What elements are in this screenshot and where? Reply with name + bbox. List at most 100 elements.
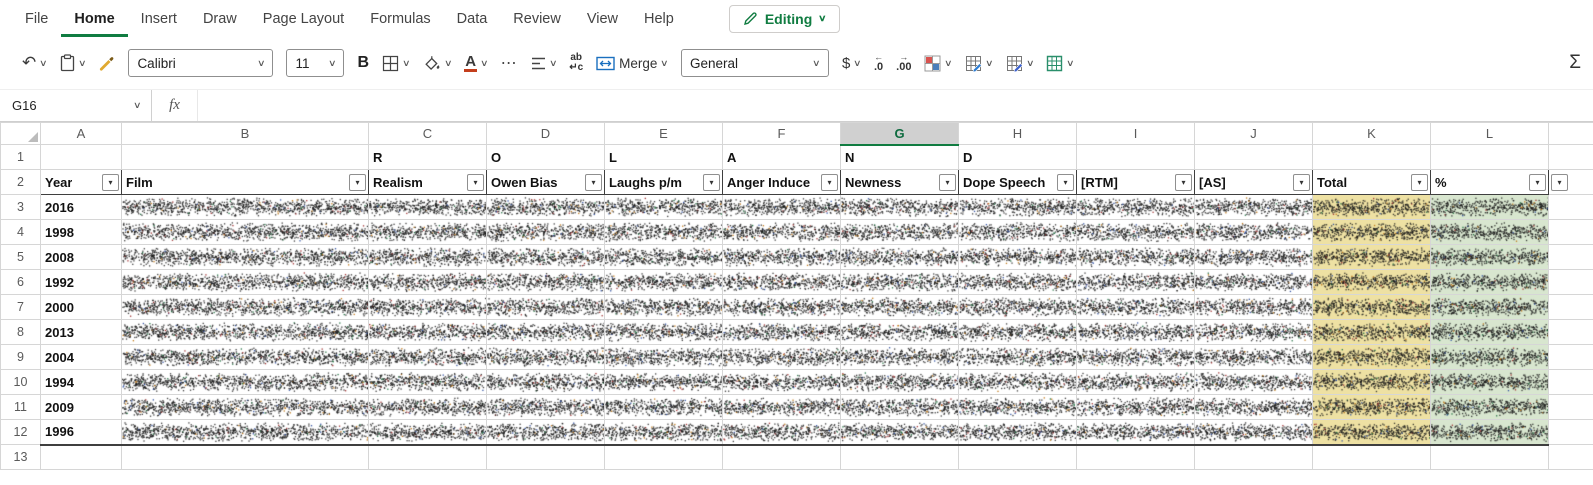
col-header-l[interactable]: L bbox=[1431, 123, 1549, 145]
paste-button[interactable]: ∨ bbox=[60, 54, 86, 72]
obscured-percent-cell[interactable] bbox=[1431, 295, 1549, 320]
cell-c1-letter[interactable]: R bbox=[369, 145, 487, 170]
cell[interactable] bbox=[1549, 420, 1593, 445]
row-header-3[interactable]: 3 bbox=[1, 195, 41, 220]
obscured-cell[interactable] bbox=[122, 320, 369, 345]
obscured-cell[interactable] bbox=[369, 370, 487, 395]
cell[interactable] bbox=[1549, 245, 1593, 270]
cell-g1-letter[interactable]: N bbox=[841, 145, 959, 170]
obscured-percent-cell[interactable] bbox=[1431, 345, 1549, 370]
obscured-cell[interactable] bbox=[1195, 270, 1313, 295]
cell[interactable] bbox=[723, 445, 841, 470]
obscured-cell[interactable] bbox=[723, 395, 841, 420]
obscured-cell[interactable] bbox=[723, 270, 841, 295]
obscured-cell[interactable] bbox=[1077, 345, 1195, 370]
obscured-cell[interactable] bbox=[1077, 270, 1195, 295]
cell[interactable] bbox=[487, 445, 605, 470]
editing-mode-button[interactable]: Editing ∨ bbox=[729, 5, 840, 33]
col-header-c[interactable]: C bbox=[369, 123, 487, 145]
currency-format-button[interactable]: $ ∨ bbox=[842, 55, 861, 72]
obscured-cell[interactable] bbox=[369, 220, 487, 245]
obscured-cell[interactable] bbox=[487, 270, 605, 295]
obscured-cell[interactable] bbox=[487, 345, 605, 370]
year-cell[interactable]: 1994 bbox=[41, 370, 122, 395]
obscured-cell[interactable] bbox=[959, 245, 1077, 270]
cell-l1[interactable] bbox=[1431, 145, 1549, 170]
col-header-m-partial[interactable] bbox=[1549, 123, 1593, 145]
obscured-cell[interactable] bbox=[1195, 220, 1313, 245]
obscured-total-cell[interactable] bbox=[1313, 370, 1431, 395]
row-header-10[interactable]: 10 bbox=[1, 370, 41, 395]
year-cell[interactable]: 1992 bbox=[41, 270, 122, 295]
obscured-cell[interactable] bbox=[841, 195, 959, 220]
header-cell-rtm[interactable]: [RTM] ▾ bbox=[1077, 170, 1195, 195]
obscured-cell[interactable] bbox=[959, 370, 1077, 395]
obscured-cell[interactable] bbox=[605, 370, 723, 395]
cell[interactable] bbox=[1549, 395, 1593, 420]
obscured-total-cell[interactable] bbox=[1313, 195, 1431, 220]
filter-button[interactable]: ▾ bbox=[1529, 174, 1546, 191]
filter-button[interactable]: ▾ bbox=[1057, 174, 1074, 191]
filter-button[interactable]: ▾ bbox=[939, 174, 956, 191]
filter-button[interactable]: ▾ bbox=[1293, 174, 1310, 191]
row-header-9[interactable]: 9 bbox=[1, 345, 41, 370]
cell-a1[interactable] bbox=[41, 145, 122, 170]
obscured-percent-cell[interactable] bbox=[1431, 195, 1549, 220]
obscured-cell[interactable] bbox=[487, 370, 605, 395]
obscured-cell[interactable] bbox=[841, 370, 959, 395]
col-header-j[interactable]: J bbox=[1195, 123, 1313, 145]
row-header-8[interactable]: 8 bbox=[1, 320, 41, 345]
cell[interactable] bbox=[605, 445, 723, 470]
year-cell[interactable]: 2009 bbox=[41, 395, 122, 420]
menu-review[interactable]: Review bbox=[500, 0, 574, 37]
header-cell-year[interactable]: Year ▾ bbox=[41, 170, 122, 195]
obscured-cell[interactable] bbox=[487, 195, 605, 220]
cell-j1[interactable] bbox=[1195, 145, 1313, 170]
obscured-cell[interactable] bbox=[959, 195, 1077, 220]
row-header-12[interactable]: 12 bbox=[1, 420, 41, 445]
alignment-button[interactable]: ∨ bbox=[531, 57, 557, 70]
obscured-cell[interactable] bbox=[369, 270, 487, 295]
obscured-cell[interactable] bbox=[122, 295, 369, 320]
format-as-table-button[interactable]: ∨ bbox=[965, 55, 993, 72]
obscured-cell[interactable] bbox=[369, 320, 487, 345]
cell[interactable] bbox=[122, 445, 369, 470]
year-cell[interactable]: 2004 bbox=[41, 345, 122, 370]
obscured-cell[interactable] bbox=[487, 220, 605, 245]
year-cell[interactable]: 1998 bbox=[41, 220, 122, 245]
cell[interactable] bbox=[1549, 195, 1593, 220]
obscured-cell[interactable] bbox=[605, 420, 723, 445]
obscured-cell[interactable] bbox=[487, 320, 605, 345]
font-size-select[interactable]: 11 ∨ bbox=[286, 49, 344, 77]
filter-button[interactable]: ▾ bbox=[821, 174, 838, 191]
obscured-cell[interactable] bbox=[605, 345, 723, 370]
obscured-cell[interactable] bbox=[369, 295, 487, 320]
filter-button[interactable]: ▾ bbox=[467, 174, 484, 191]
obscured-percent-cell[interactable] bbox=[1431, 220, 1549, 245]
obscured-total-cell[interactable] bbox=[1313, 270, 1431, 295]
menu-draw[interactable]: Draw bbox=[190, 0, 250, 37]
filter-button[interactable]: ▾ bbox=[1411, 174, 1428, 191]
obscured-cell[interactable] bbox=[959, 295, 1077, 320]
year-cell[interactable]: 2013 bbox=[41, 320, 122, 345]
obscured-cell[interactable] bbox=[605, 195, 723, 220]
obscured-cell[interactable] bbox=[1077, 245, 1195, 270]
obscured-cell[interactable] bbox=[959, 220, 1077, 245]
obscured-cell[interactable] bbox=[723, 195, 841, 220]
more-font-options-button[interactable]: ⋯ bbox=[501, 53, 518, 73]
obscured-cell[interactable] bbox=[1195, 395, 1313, 420]
menu-formulas[interactable]: Formulas bbox=[357, 0, 443, 37]
obscured-cell[interactable] bbox=[369, 345, 487, 370]
header-cell-realism[interactable]: Realism ▾ bbox=[369, 170, 487, 195]
cell[interactable] bbox=[1549, 370, 1593, 395]
cell[interactable] bbox=[1549, 270, 1593, 295]
cell[interactable] bbox=[41, 445, 122, 470]
obscured-cell[interactable] bbox=[369, 395, 487, 420]
header-cell-laughs[interactable]: Laughs p/m ▾ bbox=[605, 170, 723, 195]
header-cell-owen-bias[interactable]: Owen Bias ▾ bbox=[487, 170, 605, 195]
obscured-total-cell[interactable] bbox=[1313, 220, 1431, 245]
cell-k1[interactable] bbox=[1313, 145, 1431, 170]
col-header-a[interactable]: A bbox=[41, 123, 122, 145]
cell[interactable] bbox=[1549, 220, 1593, 245]
font-color-button[interactable]: A ∨ bbox=[464, 54, 487, 73]
